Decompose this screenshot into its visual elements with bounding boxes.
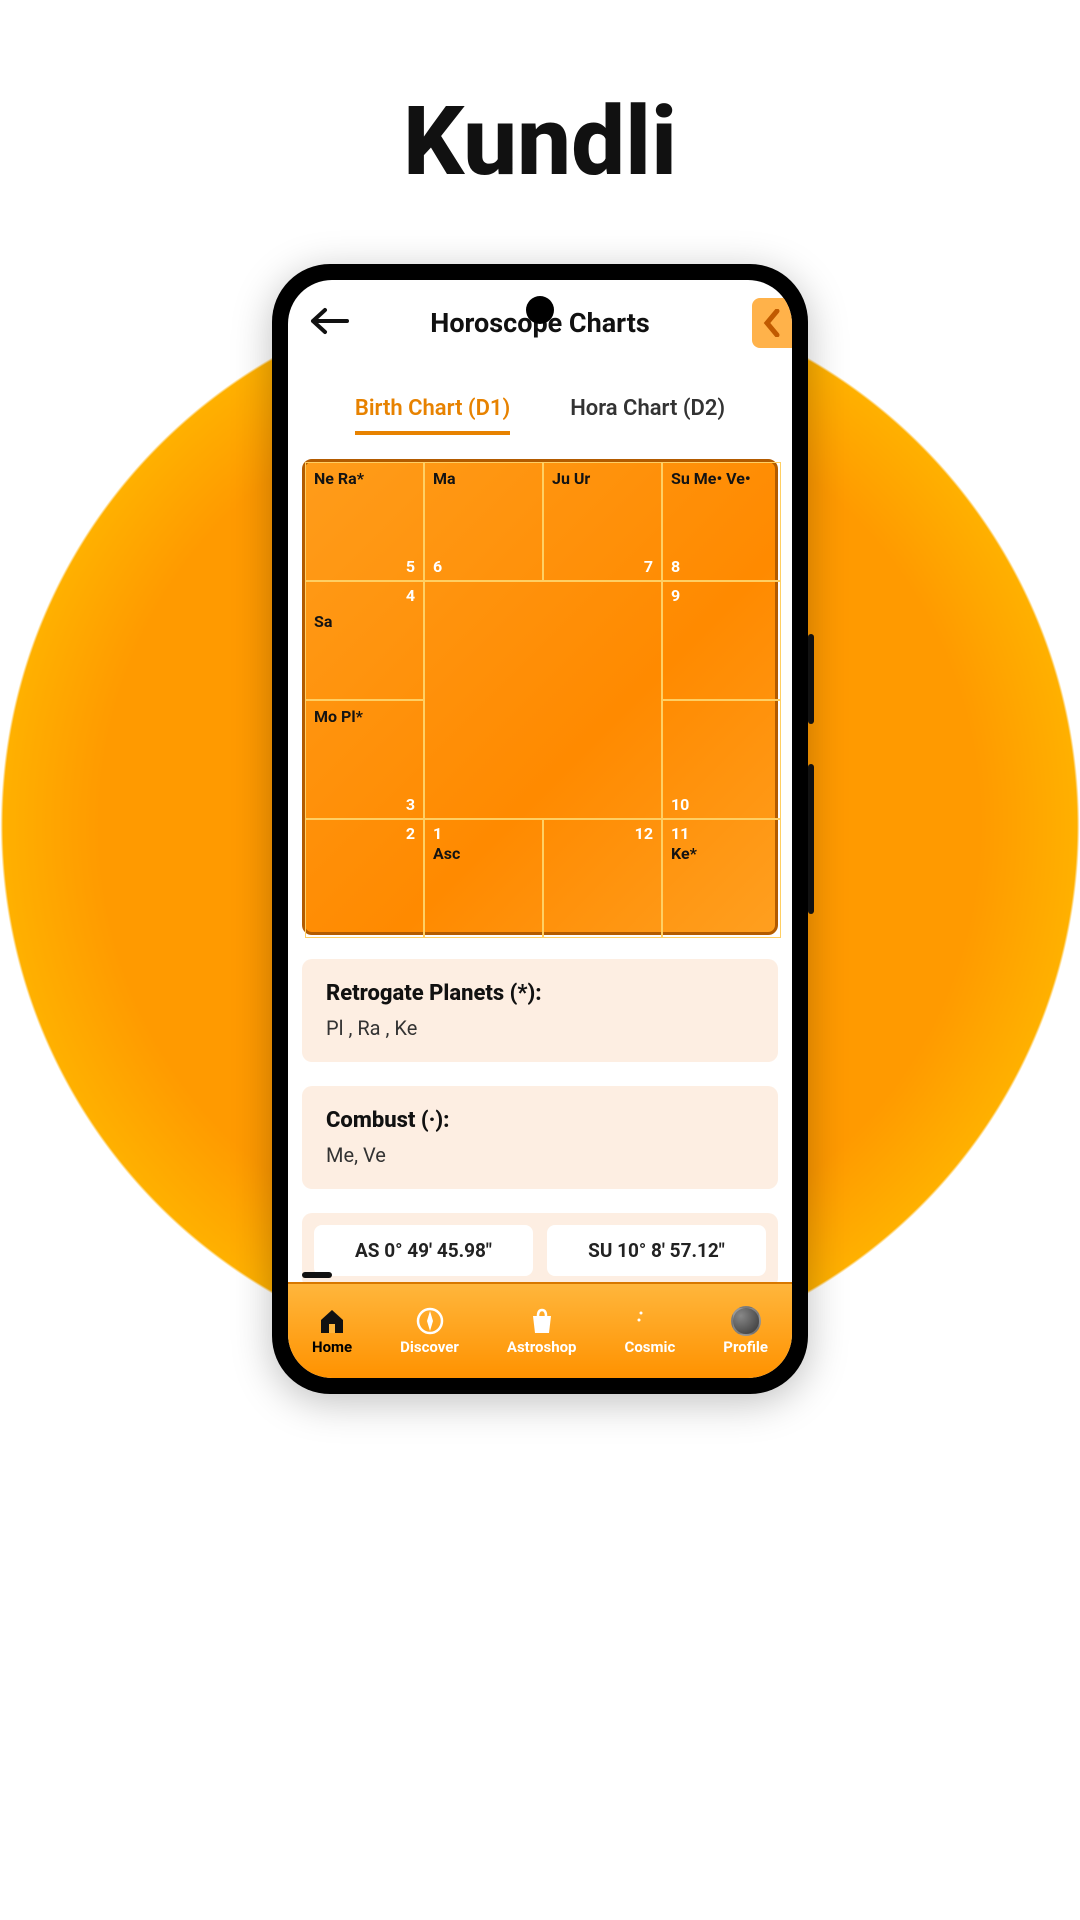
nav-label: Cosmic — [625, 1338, 676, 1356]
card-title: Combust (·): — [326, 1108, 754, 1133]
drawer-toggle-button[interactable] — [752, 298, 792, 348]
phone-frame: Horoscope Charts Birth Chart (D1) Hora C… — [272, 264, 808, 1394]
house-number: 3 — [406, 795, 415, 814]
phone-side-button — [808, 634, 814, 724]
nav-label: Astroshop — [507, 1338, 577, 1356]
avatar-icon — [731, 1306, 761, 1336]
house-7[interactable]: Ju Ur 7 — [543, 462, 662, 581]
house-12[interactable]: 12 — [543, 819, 662, 938]
nav-label: Profile — [723, 1338, 768, 1356]
house-planets: Su Me• Ve• — [671, 469, 772, 488]
house-11[interactable]: 11 Ke* — [662, 819, 781, 938]
nav-label: Discover — [400, 1338, 459, 1356]
back-button[interactable] — [310, 306, 350, 336]
house-number: 11 — [671, 824, 689, 843]
house-9[interactable]: 9 — [662, 581, 781, 700]
card-title: Retrogate Planets (*): — [326, 981, 754, 1006]
compass-icon — [415, 1306, 445, 1336]
house-planets: Mo Pl* — [314, 707, 415, 726]
house-planets: Ke* — [671, 844, 772, 863]
house-number: 8 — [671, 557, 680, 576]
card-value: Pl , Ra , Ke — [326, 1016, 754, 1040]
chart-center — [424, 581, 662, 819]
tab-hora-chart[interactable]: Hora Chart (D2) — [570, 396, 725, 435]
positions-row: AS 0° 49' 45.98" SU 10° 8' 57.12" — [302, 1213, 778, 1288]
home-icon — [317, 1306, 347, 1336]
house-4[interactable]: 4 Sa — [305, 581, 424, 700]
house-number: 1 — [433, 824, 442, 843]
house-number: 5 — [406, 557, 415, 576]
house-number: 6 — [433, 557, 442, 576]
page-title: Kundli — [0, 0, 1080, 198]
house-planets: Ne Ra* — [314, 469, 415, 488]
nav-astroshop[interactable]: Astroshop — [507, 1306, 577, 1356]
house-planets: Sa — [314, 612, 415, 631]
nav-home[interactable]: Home — [312, 1306, 352, 1356]
position-su[interactable]: SU 10° 8' 57.12" — [547, 1225, 766, 1276]
nav-cosmic[interactable]: Cosmic — [625, 1306, 676, 1356]
house-10[interactable]: 10 — [662, 700, 781, 819]
retrograde-card: Retrogate Planets (*): Pl , Ra , Ke — [302, 959, 778, 1062]
house-number: 9 — [671, 586, 680, 605]
screen: Horoscope Charts Birth Chart (D1) Hora C… — [288, 280, 792, 1378]
house-8[interactable]: Su Me• Ve• 8 — [662, 462, 781, 581]
tab-birth-chart[interactable]: Birth Chart (D1) — [355, 396, 510, 435]
card-value: Me, Ve — [326, 1143, 754, 1167]
house-number: 7 — [644, 557, 653, 576]
bottom-nav: Home Discover Astroshop Cosmic — [288, 1282, 792, 1378]
house-planets: Ma — [433, 469, 534, 488]
house-number: 12 — [635, 824, 653, 843]
nav-label: Home — [312, 1338, 352, 1356]
bag-icon — [527, 1306, 557, 1336]
house-1[interactable]: 1 Asc — [424, 819, 543, 938]
phone-side-button — [808, 764, 814, 914]
house-number: 10 — [671, 795, 689, 814]
house-planets: Ju Ur — [552, 469, 653, 488]
nav-profile[interactable]: Profile — [723, 1306, 768, 1356]
house-2[interactable]: 2 — [305, 819, 424, 938]
house-number: 2 — [406, 824, 415, 843]
house-3[interactable]: Mo Pl* 3 — [305, 700, 424, 819]
position-as[interactable]: AS 0° 49' 45.98" — [314, 1225, 533, 1276]
house-planets: Asc — [433, 844, 534, 863]
house-number: 4 — [406, 586, 415, 605]
moon-star-icon — [635, 1306, 665, 1336]
house-5[interactable]: Ne Ra* 5 — [305, 462, 424, 581]
chart-tabs: Birth Chart (D1) Hora Chart (D2) — [288, 366, 792, 445]
combust-card: Combust (·): Me, Ve — [302, 1086, 778, 1189]
house-6[interactable]: Ma 6 — [424, 462, 543, 581]
camera-hole — [526, 296, 554, 324]
scroll-indicator — [302, 1272, 332, 1278]
kundli-chart: Ne Ra* 5 Ma 6 Ju Ur 7 Su Me• Ve• 8 4 Sa … — [302, 459, 778, 935]
nav-discover[interactable]: Discover — [400, 1306, 459, 1356]
